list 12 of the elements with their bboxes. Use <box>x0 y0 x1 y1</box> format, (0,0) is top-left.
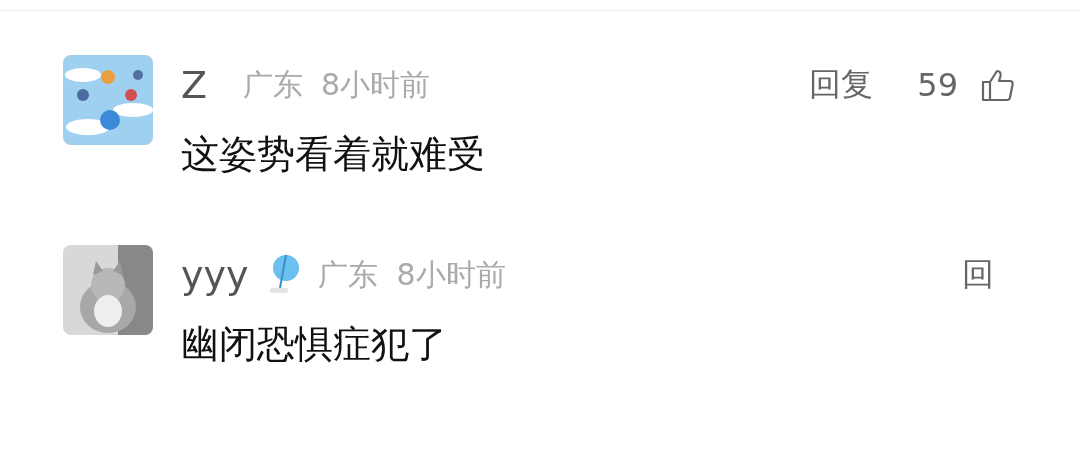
thumbs-up-icon[interactable] <box>980 67 1016 103</box>
like-count: 59 <box>917 66 958 104</box>
timestamp: 8小时前 <box>396 255 506 294</box>
username[interactable]: Z <box>181 63 208 107</box>
comment-text: 这姿势看着就难受 <box>181 131 486 178</box>
comment-text: 幽闭恐惧症犯了 <box>181 321 448 368</box>
location: 广东 <box>318 255 379 294</box>
reply-link[interactable]: 回复 <box>809 63 874 107</box>
location: 广东 <box>243 65 304 104</box>
timestamp: 8小时前 <box>321 65 431 104</box>
username[interactable]: yyy <box>181 253 249 297</box>
reply-link[interactable]: 回 <box>962 253 994 297</box>
